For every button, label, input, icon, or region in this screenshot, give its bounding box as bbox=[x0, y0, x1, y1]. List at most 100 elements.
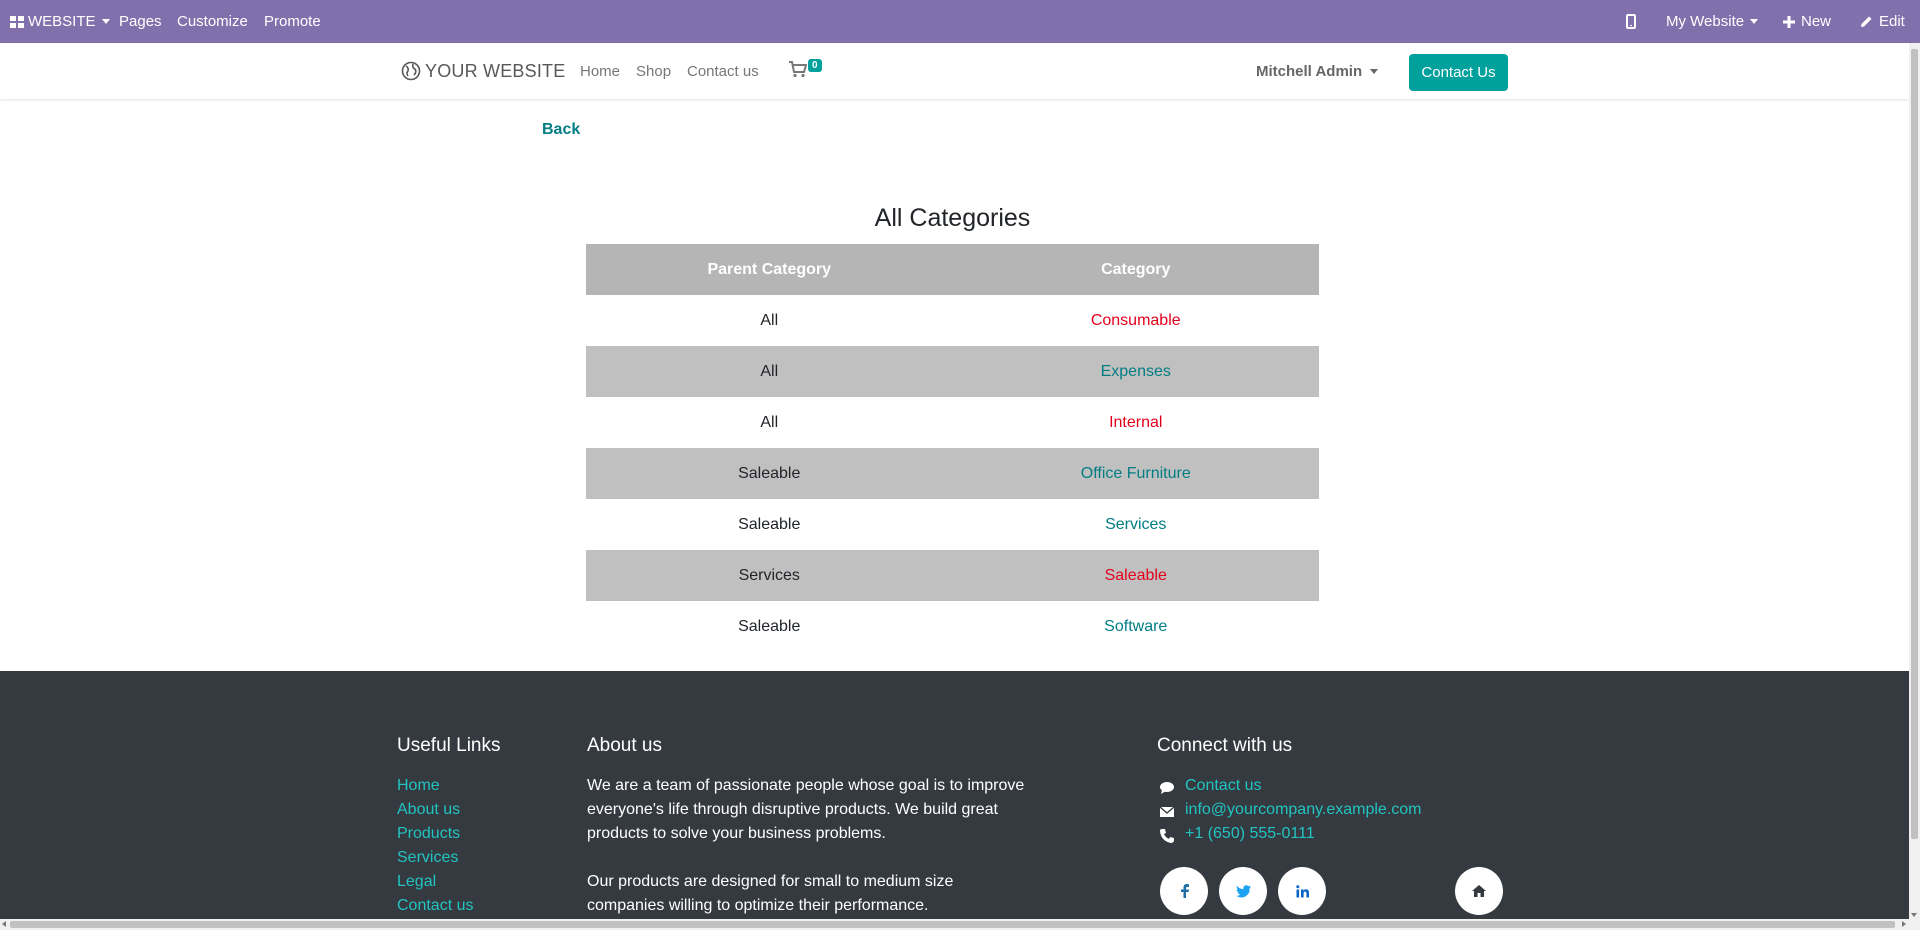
footer-contact-link[interactable]: Contact us bbox=[1185, 777, 1261, 795]
category-cell: Services bbox=[952, 499, 1319, 550]
footer-link-contact-us[interactable]: Contact us bbox=[397, 897, 473, 915]
twitter-icon bbox=[1235, 884, 1251, 898]
website-menu[interactable]: WEBSITE bbox=[10, 0, 110, 43]
column-header-parent-category: Parent Category bbox=[586, 244, 953, 295]
scroll-down-arrow-icon[interactable] bbox=[1911, 913, 1917, 917]
comment-icon bbox=[1160, 782, 1174, 794]
table-row: Services Saleable bbox=[586, 550, 1319, 601]
edit-label: Edit bbox=[1879, 13, 1905, 30]
pencil-icon bbox=[1861, 16, 1872, 27]
new-content-button[interactable]: New bbox=[1783, 0, 1831, 43]
about-us-paragraph-2: Our products are designed for small to m… bbox=[587, 873, 954, 914]
apps-grid-icon bbox=[10, 15, 24, 28]
chevron-down-icon bbox=[1370, 68, 1379, 74]
plus-icon bbox=[1783, 15, 1795, 28]
site-header: YOUR WEBSITE Home Shop Contact us 0 Mitc… bbox=[0, 43, 1909, 99]
footer-link-products[interactable]: Products bbox=[397, 825, 460, 843]
page-title: All Categories bbox=[874, 204, 1031, 232]
home-icon bbox=[1472, 885, 1486, 897]
parent-category-cell: Services bbox=[586, 550, 953, 601]
nav-contact-us[interactable]: Contact us bbox=[687, 43, 759, 99]
user-name: Mitchell Admin bbox=[1256, 62, 1363, 80]
edit-button[interactable]: Edit bbox=[1860, 0, 1905, 43]
footer-link-services[interactable]: Services bbox=[397, 849, 458, 867]
facebook-icon bbox=[1180, 884, 1189, 898]
useful-links-heading: Useful Links bbox=[397, 735, 501, 756]
categories-table-body: All Consumable All Expenses All Internal Salea… bbox=[586, 295, 1319, 652]
back-link[interactable]: Back bbox=[542, 121, 580, 139]
table-row: All Consumable bbox=[586, 295, 1319, 346]
footer-link-about-us[interactable]: About us bbox=[397, 801, 460, 819]
site-footer: Useful Links Home About us Products Serv… bbox=[0, 671, 1909, 919]
chevron-down-icon bbox=[101, 19, 110, 24]
vertical-scrollbar[interactable] bbox=[1909, 43, 1920, 919]
website-switcher-label: My Website bbox=[1666, 13, 1745, 30]
horizontal-scrollbar[interactable] bbox=[0, 919, 1920, 930]
globe-icon bbox=[401, 61, 421, 81]
category-cell: Office Furniture bbox=[952, 448, 1319, 499]
parent-category-cell: All bbox=[586, 295, 953, 346]
footer-link-legal[interactable]: Legal bbox=[397, 873, 436, 891]
scroll-left-arrow-icon[interactable] bbox=[2, 921, 6, 927]
cart-count-badge: 0 bbox=[808, 59, 822, 72]
parent-category-cell: Saleable bbox=[586, 448, 953, 499]
category-link[interactable]: Consumable bbox=[1091, 312, 1181, 329]
about-us-paragraph: We are a team of passionate people whose… bbox=[587, 777, 1025, 842]
shopping-cart-icon bbox=[789, 61, 808, 78]
parent-category-cell: All bbox=[586, 397, 953, 448]
parent-category-cell: Saleable bbox=[586, 499, 953, 550]
promote-menu[interactable]: Promote bbox=[264, 0, 321, 43]
scroll-right-arrow-icon[interactable] bbox=[1902, 921, 1906, 927]
parent-category-cell: Saleable bbox=[586, 601, 953, 652]
category-link[interactable]: Internal bbox=[1109, 414, 1162, 431]
table-row: All Internal bbox=[586, 397, 1319, 448]
pages-menu[interactable]: Pages bbox=[119, 0, 162, 43]
table-row: Saleable Services bbox=[586, 499, 1319, 550]
horizontal-scrollbar-thumb[interactable] bbox=[10, 921, 1895, 928]
category-cell: Consumable bbox=[952, 295, 1319, 346]
category-link[interactable]: Software bbox=[1104, 618, 1167, 635]
category-link[interactable]: Services bbox=[1105, 516, 1166, 533]
contact-us-button[interactable]: Contact Us bbox=[1409, 54, 1508, 91]
home-button[interactable] bbox=[1455, 867, 1503, 915]
user-menu[interactable]: Mitchell Admin bbox=[1256, 43, 1379, 99]
new-label: New bbox=[1801, 13, 1832, 30]
categories-table: Parent Category Category All Consumable Al… bbox=[586, 244, 1319, 652]
connect-heading: Connect with us bbox=[1157, 735, 1293, 756]
category-cell: Saleable bbox=[952, 550, 1319, 601]
vertical-scrollbar-thumb[interactable] bbox=[1911, 49, 1918, 839]
category-cell: Expenses bbox=[952, 346, 1319, 397]
customize-menu[interactable]: Customize bbox=[177, 0, 248, 43]
nav-home[interactable]: Home bbox=[580, 43, 620, 99]
table-row: Saleable Office Furniture bbox=[586, 448, 1319, 499]
website-admin-bar: WEBSITE Pages Customize Promote My Websi… bbox=[0, 0, 1920, 43]
table-row: All Expenses bbox=[586, 346, 1319, 397]
footer-email-link[interactable]: info@yourcompany.example.com bbox=[1185, 801, 1422, 819]
column-header-category: Category bbox=[952, 244, 1319, 295]
website-switcher[interactable]: My Website bbox=[1666, 0, 1759, 43]
mobile-icon bbox=[1626, 14, 1636, 29]
site-logo-text: YOUR WEBSITE bbox=[425, 60, 566, 81]
phone-icon bbox=[1160, 829, 1174, 843]
facebook-button[interactable] bbox=[1160, 867, 1208, 915]
mobile-preview-button[interactable] bbox=[1626, 0, 1636, 43]
cart-button[interactable] bbox=[789, 61, 808, 83]
linkedin-button[interactable] bbox=[1278, 867, 1326, 915]
envelope-icon bbox=[1159, 806, 1175, 817]
footer-link-home[interactable]: Home bbox=[397, 777, 440, 795]
category-link[interactable]: Expenses bbox=[1101, 363, 1171, 380]
category-cell: Software bbox=[952, 601, 1319, 652]
parent-category-cell: All bbox=[586, 346, 953, 397]
about-us-heading: About us bbox=[587, 735, 662, 756]
website-menu-label: WEBSITE bbox=[28, 13, 96, 30]
linkedin-icon bbox=[1295, 884, 1309, 897]
category-link[interactable]: Saleable bbox=[1105, 567, 1167, 584]
table-header-row: Parent Category Category bbox=[586, 244, 1319, 295]
nav-shop[interactable]: Shop bbox=[636, 43, 671, 99]
category-link[interactable]: Office Furniture bbox=[1081, 465, 1191, 482]
category-cell: Internal bbox=[952, 397, 1319, 448]
twitter-button[interactable] bbox=[1219, 867, 1267, 915]
site-logo[interactable]: YOUR WEBSITE bbox=[401, 57, 565, 85]
footer-phone-link[interactable]: +1 (650) 555-0111 bbox=[1185, 825, 1315, 843]
chevron-down-icon bbox=[1750, 19, 1759, 24]
